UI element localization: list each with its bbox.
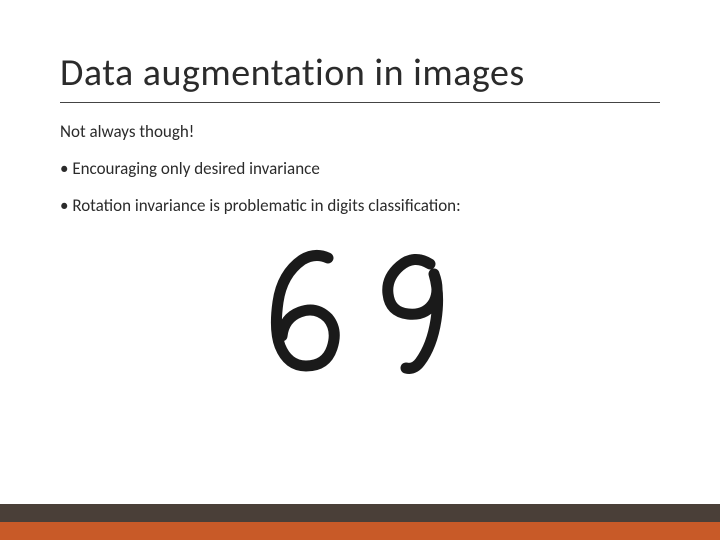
digit-six-icon: [260, 246, 350, 376]
bullet-item: Rotation invariance is problematic in di…: [60, 195, 660, 216]
digit-nine-icon: [370, 246, 460, 376]
slide-subtitle: Not always though!: [60, 121, 660, 142]
digit-illustration: [60, 246, 660, 376]
bullet-item: Encouraging only desired invariance: [60, 158, 660, 179]
footer-bar: [0, 504, 720, 540]
footer-stripe-orange: [0, 522, 720, 540]
footer-stripe-dark: [0, 504, 720, 522]
slide-title: Data augmentation in images: [60, 50, 660, 103]
slide: Data augmentation in images Not always t…: [0, 0, 720, 540]
handwritten-digits: [260, 246, 460, 376]
